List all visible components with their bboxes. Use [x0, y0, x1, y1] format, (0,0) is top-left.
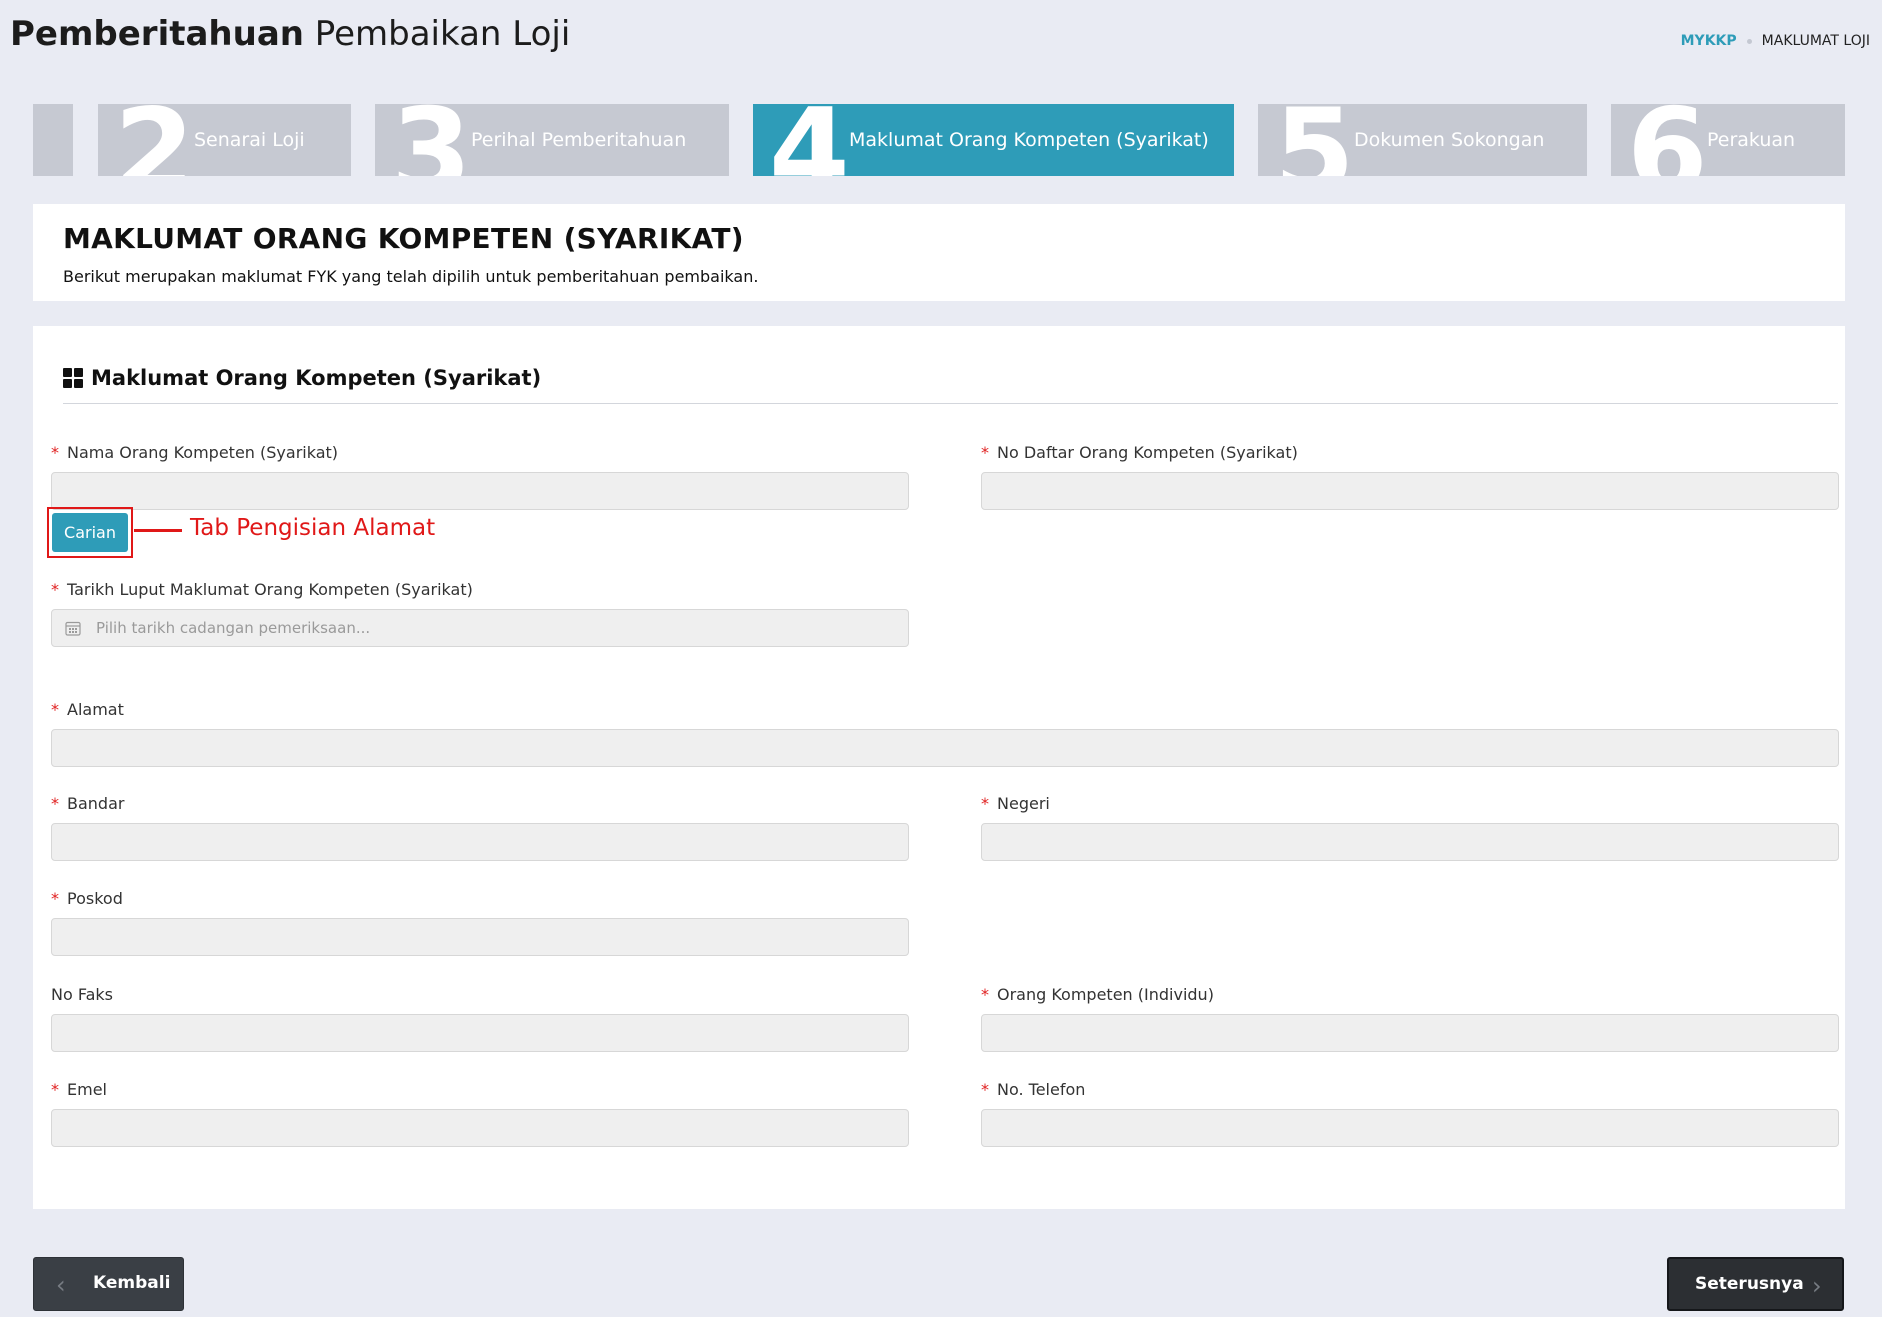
bandar-input[interactable]: [51, 823, 909, 861]
label-negeri: * Negeri: [981, 794, 1050, 813]
page-title-bold: Pemberitahuan: [10, 14, 304, 54]
section-title: Maklumat Orang Kompeten (Syarikat): [63, 366, 541, 390]
label-tarikh: * Tarikh Luput Maklumat Orang Kompeten (S…: [51, 580, 473, 599]
intro-panel: MAKLUMAT ORANG KOMPETEN (SYARIKAT) Berik…: [33, 204, 1845, 301]
section-title-text: Maklumat Orang Kompeten (Syarikat): [91, 366, 542, 390]
tarikh-date-input[interactable]: [51, 609, 909, 647]
required-marker: *: [51, 1080, 59, 1099]
annotation-text: Tab Pengisian Alamat: [190, 515, 436, 541]
poskod-input[interactable]: [51, 918, 909, 956]
step-label: Perihal Pemberitahuan: [471, 129, 687, 151]
orang-kompeten-individu-input[interactable]: [981, 1014, 1839, 1052]
negeri-input[interactable]: [981, 823, 1839, 861]
breadcrumb-link-mykkp[interactable]: MYKKP: [1681, 33, 1737, 49]
chevron-right-icon: ›: [1812, 1272, 1822, 1300]
next-button-label: Seterusnya: [1695, 1274, 1804, 1294]
chevron-left-icon: ‹: [56, 1271, 66, 1299]
intro-description: Berikut merupakan maklumat FYK yang tela…: [63, 267, 759, 286]
step-label: Maklumat Orang Kompeten (Syarikat): [849, 129, 1209, 151]
page-title: Pemberitahuan Pembaikan Loji: [10, 14, 570, 54]
breadcrumb-separator: [1746, 38, 1752, 44]
step-label: Dokumen Sokongan: [1354, 129, 1545, 151]
calendar-icon: [65, 621, 81, 636]
label-no-daftar: * No Daftar Orang Kompeten (Syarikat): [981, 443, 1298, 462]
step-5[interactable]: 5 Dokumen Sokongan: [1258, 104, 1587, 176]
no-telefon-input[interactable]: [981, 1109, 1839, 1147]
required-marker: *: [51, 700, 59, 719]
required-marker: *: [981, 1080, 989, 1099]
label-no-faks: No Faks: [51, 985, 113, 1004]
step-number: 6: [1627, 104, 1708, 176]
required-marker: *: [51, 889, 59, 908]
back-button[interactable]: ‹ Kembali: [33, 1257, 184, 1311]
step-3[interactable]: 3 Perihal Pemberitahuan: [375, 104, 729, 176]
label-emel: * Emel: [51, 1080, 107, 1099]
emel-input[interactable]: [51, 1109, 909, 1147]
next-button[interactable]: Seterusnya ›: [1667, 1257, 1844, 1311]
carian-button[interactable]: Carian: [52, 513, 128, 552]
required-marker: *: [51, 794, 59, 813]
label-alamat: * Alamat: [51, 700, 124, 719]
required-marker: *: [981, 443, 989, 462]
annotation-line: [134, 529, 182, 532]
step-number: 5: [1274, 104, 1355, 176]
label-no-telefon: * No. Telefon: [981, 1080, 1086, 1099]
breadcrumb: MYKKP MAKLUMAT LOJI: [1681, 33, 1870, 49]
label-poskod: * Poskod: [51, 889, 123, 908]
required-marker: *: [981, 985, 989, 1004]
page-title-light: Pembaikan Loji: [314, 14, 571, 54]
required-marker: *: [51, 443, 59, 462]
step-1-partial[interactable]: [33, 104, 73, 176]
intro-title: MAKLUMAT ORANG KOMPETEN (SYARIKAT): [63, 222, 744, 255]
required-marker: *: [981, 794, 989, 813]
step-number: 3: [391, 104, 472, 176]
back-button-label: Kembali: [93, 1273, 171, 1293]
label-bandar: * Bandar: [51, 794, 125, 813]
label-nama: * Nama Orang Kompeten (Syarikat): [51, 443, 339, 462]
step-number: 2: [114, 104, 195, 176]
step-4-active[interactable]: 4 Maklumat Orang Kompeten (Syarikat): [753, 104, 1234, 176]
step-label: Senarai Loji: [194, 129, 305, 151]
section-divider: [63, 403, 1838, 404]
breadcrumb-current: MAKLUMAT LOJI: [1761, 33, 1870, 49]
grid-icon: [63, 368, 83, 388]
required-marker: *: [51, 580, 59, 599]
no-daftar-input[interactable]: [981, 472, 1839, 510]
step-6[interactable]: 6 Perakuan: [1611, 104, 1845, 176]
step-2[interactable]: 2 Senarai Loji: [98, 104, 351, 176]
nama-input[interactable]: [51, 472, 909, 510]
step-number: 4: [769, 104, 850, 176]
alamat-input[interactable]: [51, 729, 1839, 767]
no-faks-input[interactable]: [51, 1014, 909, 1052]
step-label: Perakuan: [1707, 129, 1796, 151]
label-orang-kompeten-individu: * Orang Kompeten (Individu): [981, 985, 1214, 1004]
